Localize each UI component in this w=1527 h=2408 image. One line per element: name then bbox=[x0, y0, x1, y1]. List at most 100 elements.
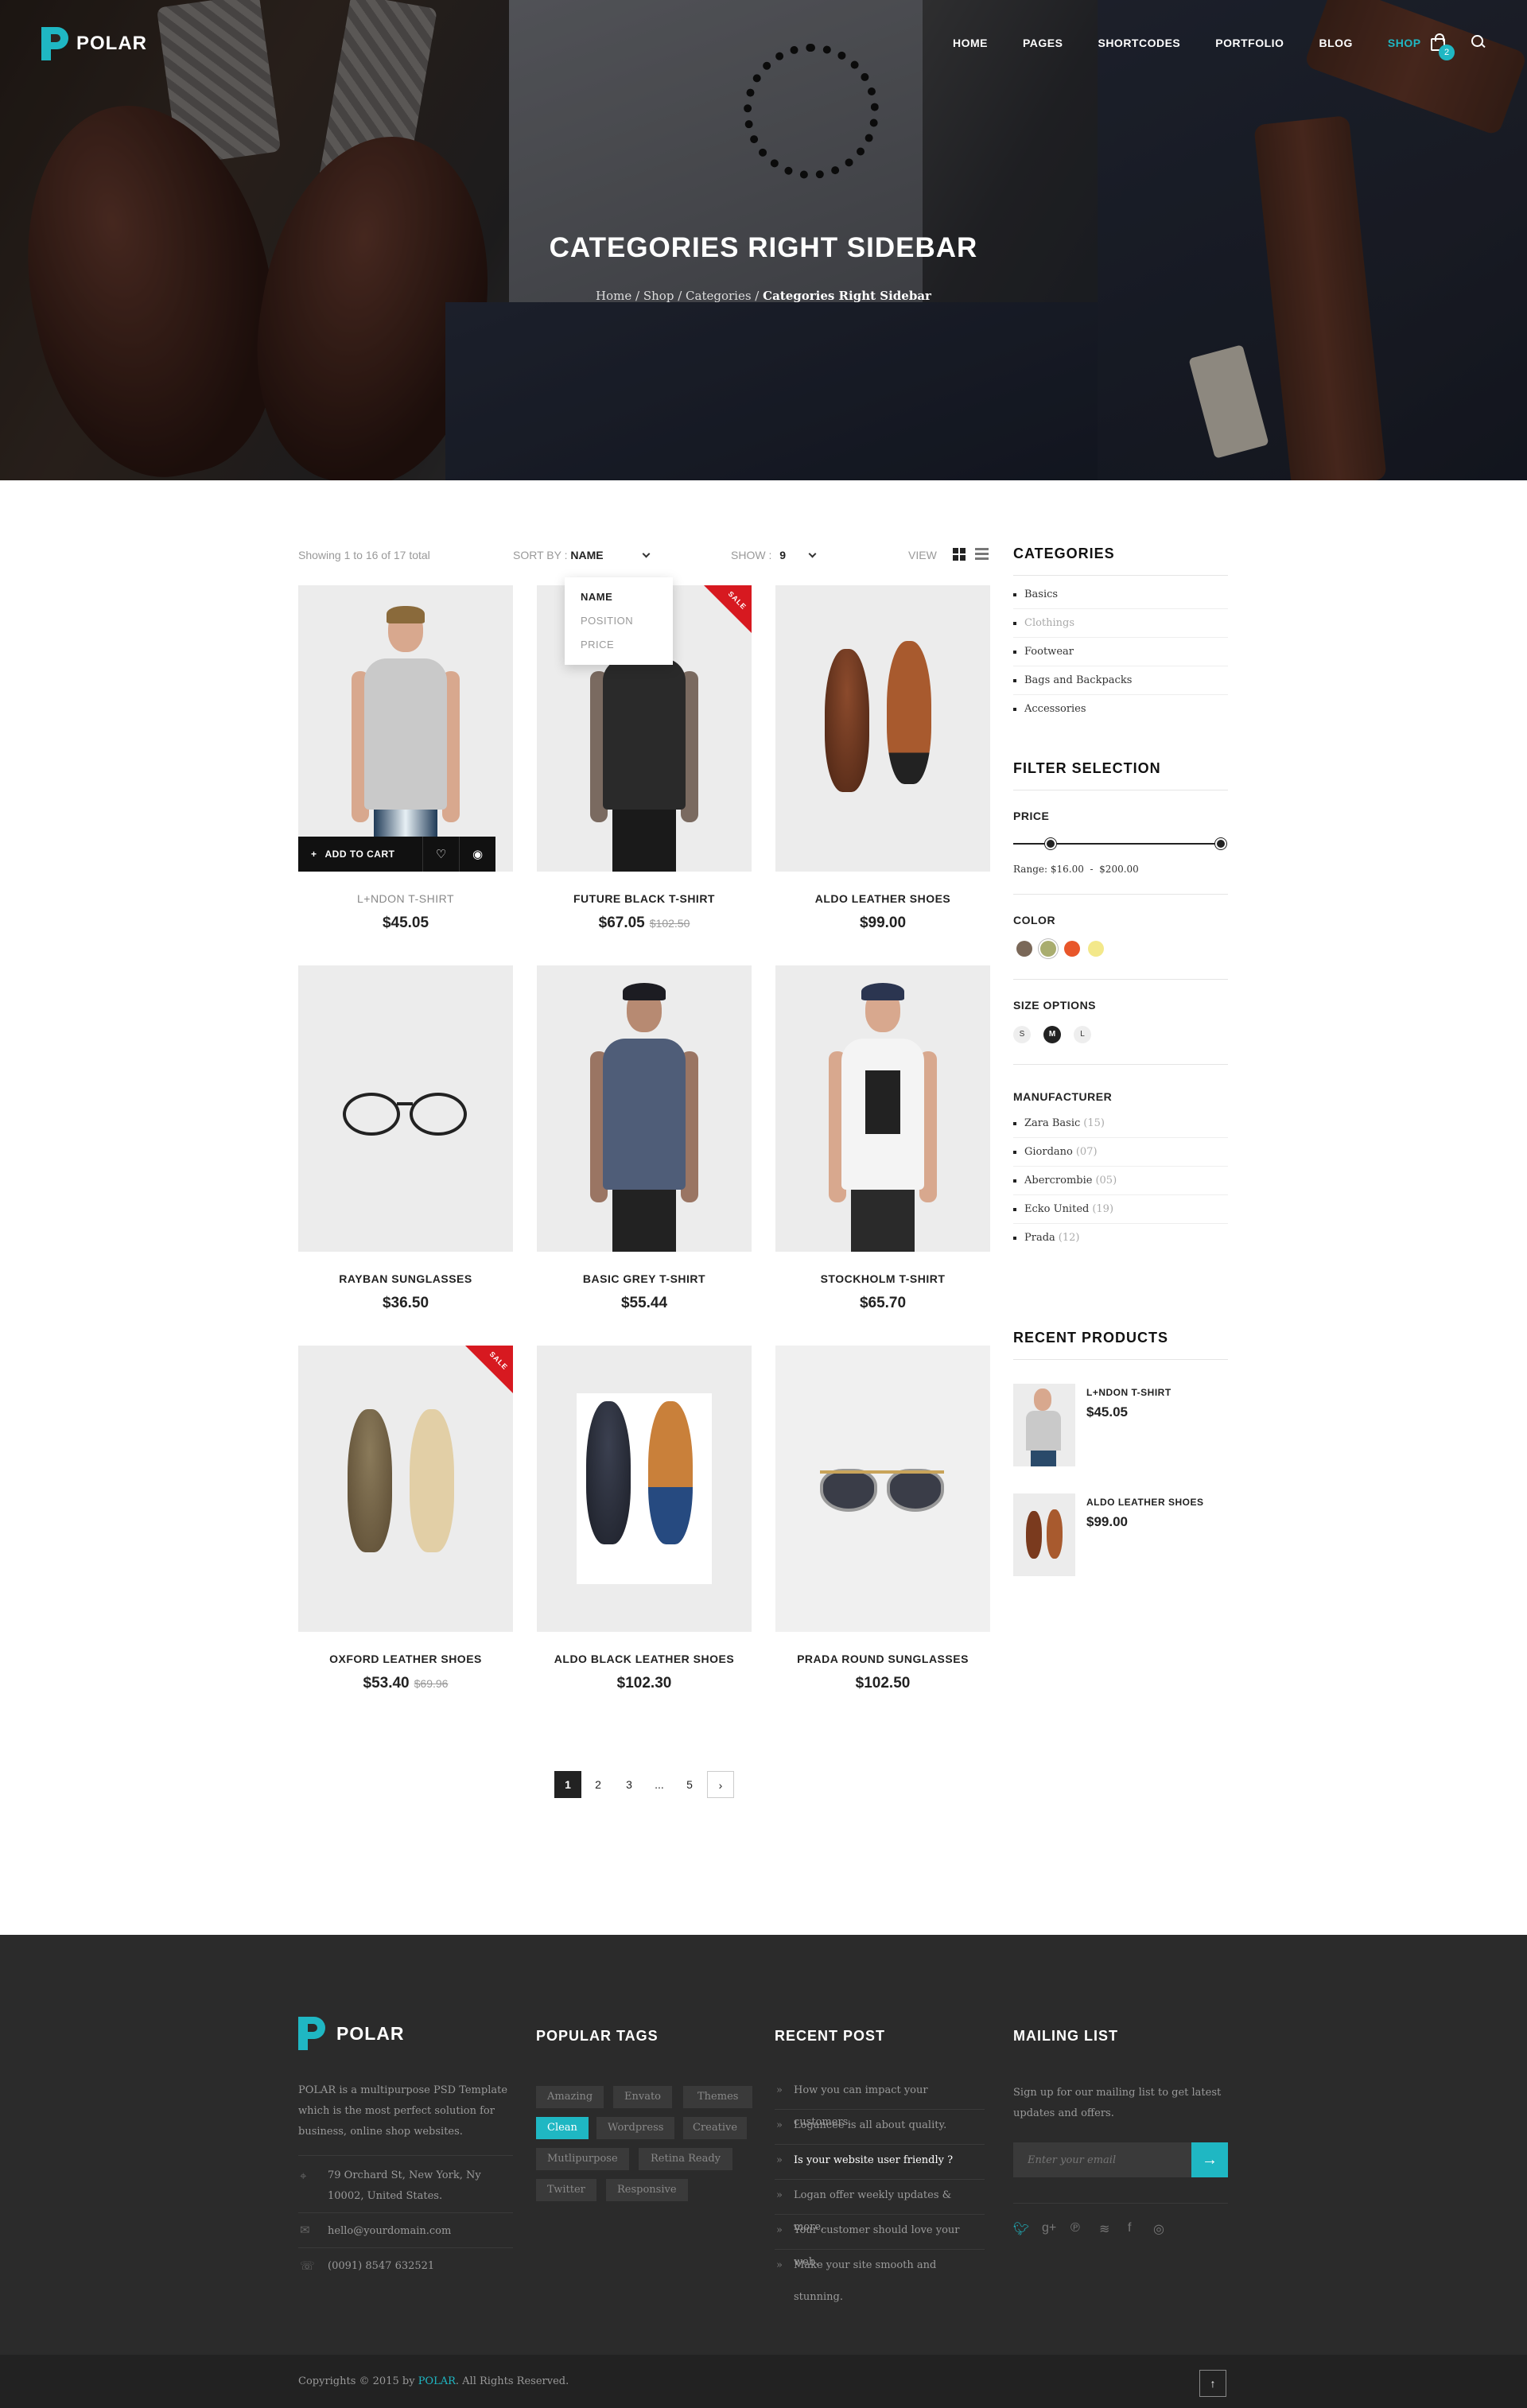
product-image[interactable] bbox=[537, 965, 752, 1252]
nav-pages[interactable]: PAGES bbox=[1023, 37, 1063, 49]
product-image[interactable]: + ADD TO CART ♡ ◉ bbox=[298, 585, 513, 872]
google-plus-icon[interactable]: g+ bbox=[1042, 2221, 1056, 2235]
back-to-top-button[interactable]: ↑ bbox=[1199, 2370, 1226, 2397]
page-1[interactable]: 1 bbox=[554, 1771, 581, 1798]
price-max-handle[interactable] bbox=[1215, 838, 1226, 849]
product-image[interactable] bbox=[298, 965, 513, 1252]
recent-post-link[interactable]: Is your website user friendly ? bbox=[775, 2145, 985, 2180]
nav-shortcodes[interactable]: SHORTCODES bbox=[1098, 37, 1180, 49]
recent-product-item[interactable]: L+NDON T-SHIRT $45.05 bbox=[1013, 1384, 1228, 1468]
size-l[interactable]: L bbox=[1074, 1026, 1091, 1043]
recent-product-item[interactable]: ALDO LEATHER SHOES $99.00 bbox=[1013, 1493, 1228, 1578]
footer-logo[interactable]: POLAR bbox=[298, 2017, 405, 2050]
product-card[interactable]: RAYBAN SUNGLASSES $36.50 bbox=[298, 965, 513, 1312]
price-slider[interactable] bbox=[1013, 833, 1228, 857]
category-accessories[interactable]: Accessories bbox=[1013, 695, 1228, 724]
sort-select[interactable]: SORT BY : NAME bbox=[513, 549, 651, 561]
color-swatch-olive[interactable] bbox=[1040, 941, 1056, 957]
twitter-icon[interactable]: 🐦︎ bbox=[1013, 2221, 1029, 2237]
facebook-icon[interactable]: f bbox=[1128, 2221, 1131, 2235]
product-card[interactable]: ALDO LEATHER SHOES $99.00 bbox=[775, 585, 990, 932]
color-swatch-brown[interactable] bbox=[1016, 941, 1032, 957]
recent-post-link[interactable]: How you can impact your customers. bbox=[775, 2075, 985, 2128]
size-m[interactable]: M bbox=[1043, 1026, 1061, 1043]
heart-icon[interactable]: ♡ bbox=[422, 837, 459, 872]
product-name[interactable]: ALDO BLACK LEATHER SHOES bbox=[537, 1653, 752, 1665]
category-bags[interactable]: Bags and Backpacks bbox=[1013, 666, 1228, 695]
product-card[interactable]: + ADD TO CART ♡ ◉ L+NDON T-SHIRT $45.05 bbox=[298, 585, 513, 932]
rss-icon[interactable]: ≋ bbox=[1099, 2221, 1109, 2237]
recent-post-link[interactable]: Logan offer weekly updates & more. bbox=[775, 2180, 985, 2233]
tag-wordpress[interactable]: Wordpress bbox=[596, 2117, 675, 2139]
tag-retina-ready[interactable]: Retina Ready bbox=[639, 2148, 733, 2170]
nav-portfolio[interactable]: PORTFOLIO bbox=[1215, 37, 1284, 49]
manufacturer-item[interactable]: Abercrombie (05) bbox=[1013, 1167, 1228, 1195]
recent-product-name[interactable]: L+NDON T-SHIRT bbox=[1086, 1387, 1171, 1398]
sort-option-position[interactable]: POSITION bbox=[581, 612, 657, 636]
product-card[interactable]: STOCKHOLM T-SHIRT $65.70 bbox=[775, 965, 990, 1312]
recent-product-thumb[interactable] bbox=[1013, 1384, 1075, 1466]
category-clothings[interactable]: Clothings bbox=[1013, 609, 1228, 638]
recent-post-link[interactable]: Make your site smooth and stunning. bbox=[775, 2250, 985, 2303]
add-to-cart-button[interactable]: + ADD TO CART bbox=[298, 837, 422, 872]
product-name[interactable]: FUTURE BLACK T-SHIRT bbox=[537, 892, 752, 905]
recent-product-thumb[interactable] bbox=[1013, 1493, 1075, 1576]
product-name[interactable]: STOCKHOLM T-SHIRT bbox=[775, 1272, 990, 1285]
product-image[interactable]: SALE bbox=[298, 1346, 513, 1632]
product-name[interactable]: PRADA ROUND SUNGLASSES bbox=[775, 1653, 990, 1665]
grid-view-icon[interactable] bbox=[953, 548, 966, 561]
color-swatch-yellow[interactable] bbox=[1088, 941, 1104, 957]
product-card[interactable]: ALDO BLACK LEATHER SHOES $102.30 bbox=[537, 1346, 752, 1692]
tag-themes[interactable]: Themes bbox=[683, 2086, 753, 2108]
product-name[interactable]: L+NDON T-SHIRT bbox=[298, 892, 513, 905]
nav-shop[interactable]: SHOP bbox=[1388, 37, 1421, 49]
category-footwear[interactable]: Footwear bbox=[1013, 638, 1228, 666]
product-name[interactable]: OXFORD LEATHER SHOES bbox=[298, 1653, 513, 1665]
show-select[interactable]: SHOW : 9 bbox=[731, 549, 817, 561]
product-name[interactable]: ALDO LEATHER SHOES bbox=[775, 892, 990, 905]
recent-product-name[interactable]: ALDO LEATHER SHOES bbox=[1086, 1497, 1203, 1508]
page-5[interactable]: 5 bbox=[676, 1771, 703, 1798]
sort-option-name[interactable]: NAME bbox=[581, 588, 657, 612]
product-image[interactable] bbox=[775, 585, 990, 872]
manufacturer-item[interactable]: Zara Basic (15) bbox=[1013, 1109, 1228, 1138]
nav-blog[interactable]: BLOG bbox=[1319, 37, 1352, 49]
pinterest-icon[interactable]: ℗ bbox=[1070, 2221, 1080, 2235]
footer-email[interactable]: hello@yourdomain.com bbox=[328, 2221, 451, 2242]
manufacturer-item[interactable]: Prada (12) bbox=[1013, 1224, 1228, 1253]
recent-post-link[interactable]: Your customer should love your web. bbox=[775, 2215, 985, 2268]
product-card[interactable]: BASIC GREY T-SHIRT $55.44 bbox=[537, 965, 752, 1312]
dribbble-icon[interactable]: ◎ bbox=[1153, 2221, 1164, 2237]
logo[interactable]: POLAR bbox=[41, 27, 147, 60]
page-2[interactable]: 2 bbox=[585, 1771, 612, 1798]
recent-post-link[interactable]: Logancee is all about quality. bbox=[775, 2110, 985, 2145]
tag-creative[interactable]: Creative bbox=[683, 2117, 748, 2139]
next-page-button[interactable]: › bbox=[707, 1771, 734, 1798]
email-input[interactable] bbox=[1013, 2142, 1191, 2177]
price-min-handle[interactable] bbox=[1045, 838, 1056, 849]
search-icon[interactable] bbox=[1471, 35, 1486, 49]
breadcrumb-categories[interactable]: Categories bbox=[686, 289, 752, 303]
category-basics[interactable]: Basics bbox=[1013, 581, 1228, 609]
tag-amazing[interactable]: Amazing bbox=[536, 2086, 604, 2108]
product-name[interactable]: BASIC GREY T-SHIRT bbox=[537, 1272, 752, 1285]
copyright-brand-link[interactable]: POLAR bbox=[418, 2375, 456, 2387]
product-card[interactable]: PRADA ROUND SUNGLASSES $102.50 bbox=[775, 1346, 990, 1692]
nav-home[interactable]: HOME bbox=[953, 37, 988, 49]
sort-option-price[interactable]: PRICE bbox=[581, 636, 657, 660]
breadcrumb-shop[interactable]: Shop bbox=[643, 289, 674, 303]
tag-twitter[interactable]: Twitter bbox=[536, 2179, 596, 2201]
color-swatch-orange[interactable] bbox=[1064, 941, 1080, 957]
breadcrumb-home[interactable]: Home bbox=[596, 289, 631, 303]
product-image[interactable] bbox=[775, 965, 990, 1252]
product-image[interactable] bbox=[775, 1346, 990, 1632]
manufacturer-item[interactable]: Ecko United (19) bbox=[1013, 1195, 1228, 1224]
subscribe-button[interactable]: → bbox=[1191, 2142, 1228, 2177]
size-s[interactable]: S bbox=[1013, 1026, 1031, 1043]
tag-responsive[interactable]: Responsive bbox=[606, 2179, 688, 2201]
eye-icon[interactable]: ◉ bbox=[459, 837, 495, 872]
product-name[interactable]: RAYBAN SUNGLASSES bbox=[298, 1272, 513, 1285]
manufacturer-item[interactable]: Giordano (07) bbox=[1013, 1138, 1228, 1167]
list-view-icon[interactable] bbox=[975, 548, 989, 561]
tag-clean[interactable]: Clean bbox=[536, 2117, 589, 2139]
